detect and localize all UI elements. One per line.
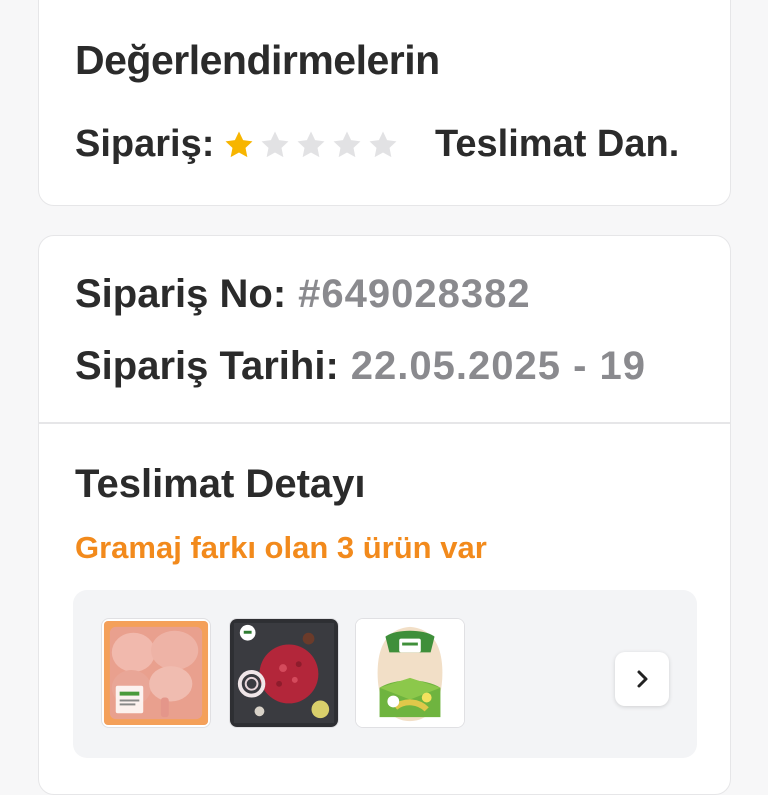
order-number-line: Sipariş No: #649028382 <box>75 272 531 317</box>
whole-chicken-product-image[interactable] <box>355 618 465 728</box>
divider <box>39 422 730 424</box>
chicken-thighs-product-image[interactable] <box>101 618 211 728</box>
delivery-detail-title: Teslimat Detayı <box>75 462 366 506</box>
ratings-title: Değerlendirmelerin <box>75 37 440 83</box>
products-carousel[interactable] <box>73 590 697 758</box>
star-empty-icon[interactable] <box>258 128 292 162</box>
order-date-value: 22.05.2025 - 19 <box>350 344 647 388</box>
next-button[interactable] <box>615 652 669 706</box>
order-rating-stars[interactable] <box>222 128 400 162</box>
star-empty-icon[interactable] <box>330 128 364 162</box>
order-date-line: Sipariş Tarihi: 22.05.2025 - 19 <box>75 344 695 389</box>
order-number-label: Sipariş No: <box>75 272 287 316</box>
ratings-card: Değerlendirmelerin Sipariş: Teslimat Dan… <box>38 0 731 206</box>
star-filled-icon[interactable] <box>222 128 256 162</box>
order-card: Sipariş No: #649028382 Sipariş Tarihi: 22.… <box>38 235 731 795</box>
order-rating-row[interactable]: Sipariş: <box>75 123 400 166</box>
weight-difference-note[interactable]: Gramaj farkı olan 3 ürün var <box>75 530 487 566</box>
delivery-rating-label[interactable]: Teslimat Dan. <box>435 123 679 166</box>
order-date-label: Sipariş Tarihi: <box>75 344 339 388</box>
star-empty-icon[interactable] <box>366 128 400 162</box>
ground-beef-product-image[interactable] <box>229 618 339 728</box>
order-number-value: #649028382 <box>298 272 531 316</box>
star-empty-icon[interactable] <box>294 128 328 162</box>
order-rating-label: Sipariş: <box>75 123 215 165</box>
chevron-right-icon <box>637 670 648 688</box>
